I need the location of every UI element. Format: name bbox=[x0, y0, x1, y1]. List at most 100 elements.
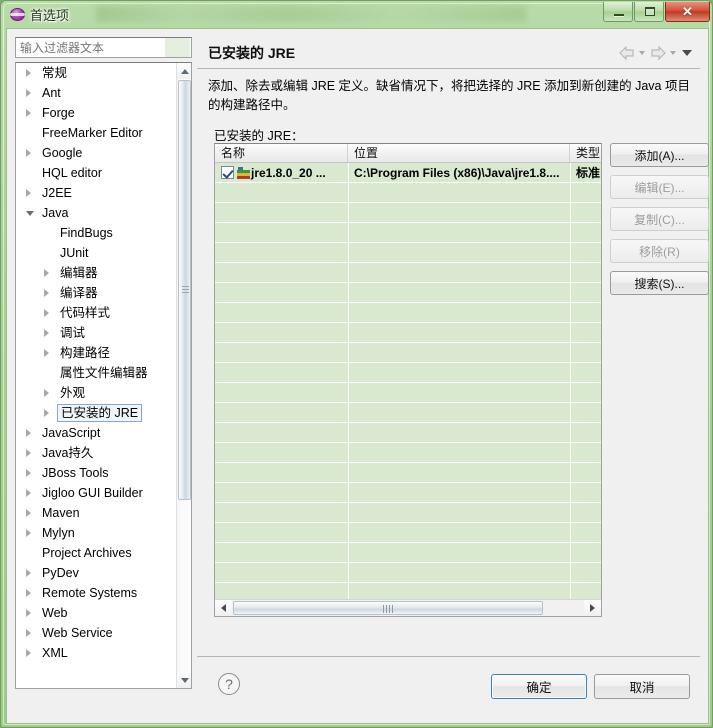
sidebar-item-3[interactable]: FreeMarker Editor bbox=[16, 123, 176, 143]
triangle-right-icon[interactable] bbox=[26, 449, 31, 457]
triangle-right-icon[interactable] bbox=[26, 629, 31, 637]
sidebar-item-22[interactable]: Maven bbox=[16, 503, 176, 523]
sidebar-item-20[interactable]: JBoss Tools bbox=[16, 463, 176, 483]
sidebar-item-11[interactable]: 编译器 bbox=[16, 283, 176, 303]
grip-icon bbox=[182, 286, 189, 295]
sidebar-item-5[interactable]: HQL editor bbox=[16, 163, 176, 183]
sidebar-item-27[interactable]: Web bbox=[16, 603, 176, 623]
sidebar-item-29[interactable]: XML bbox=[16, 643, 176, 663]
maximize-button[interactable] bbox=[634, 2, 664, 22]
table-horizontal-scrollbar[interactable] bbox=[215, 599, 601, 616]
sidebar-item-1[interactable]: Ant bbox=[16, 83, 176, 103]
sidebar-item-label: 已安装的 JRE bbox=[57, 404, 143, 422]
triangle-right-icon[interactable] bbox=[26, 589, 31, 597]
sidebar-item-label: Remote Systems bbox=[42, 586, 138, 600]
column-header-1[interactable]: 位置 bbox=[348, 144, 570, 162]
scrollbar-thumb[interactable] bbox=[178, 80, 191, 500]
hscrollbar-thumb[interactable] bbox=[233, 601, 543, 615]
search-button[interactable]: 搜索(S)... bbox=[610, 271, 709, 295]
triangle-right-icon[interactable] bbox=[26, 89, 31, 97]
sidebar-item-19[interactable]: Java持久 bbox=[16, 443, 176, 463]
sidebar-item-label: 构建路径 bbox=[60, 346, 111, 360]
filter-input[interactable] bbox=[15, 37, 192, 58]
sidebar-item-25[interactable]: PyDev bbox=[16, 563, 176, 583]
sidebar-item-4[interactable]: Google bbox=[16, 143, 176, 163]
forward-dropdown-icon[interactable] bbox=[668, 45, 679, 61]
sidebar-item-label: Project Archives bbox=[42, 546, 132, 560]
cell-type: 标准 bbox=[576, 166, 601, 180]
grid-line-horizontal bbox=[215, 322, 601, 323]
back-dropdown-icon[interactable] bbox=[637, 45, 648, 61]
triangle-right-icon[interactable] bbox=[44, 329, 49, 337]
scroll-down-button[interactable] bbox=[177, 672, 191, 688]
sidebar-item-9[interactable]: JUnit bbox=[16, 243, 176, 263]
sidebar-item-13[interactable]: 调试 bbox=[16, 323, 176, 343]
scroll-left-button[interactable] bbox=[215, 600, 232, 616]
triangle-right-icon[interactable] bbox=[26, 149, 31, 157]
preferences-ball-icon bbox=[10, 7, 25, 22]
triangle-right-icon[interactable] bbox=[26, 509, 31, 517]
grid-line-horizontal bbox=[215, 302, 601, 303]
triangle-right-icon[interactable] bbox=[26, 529, 31, 537]
column-header-0[interactable]: 名称 bbox=[215, 144, 348, 162]
back-arrow-icon[interactable] bbox=[618, 45, 636, 61]
sidebar-item-15[interactable]: 属性文件编辑器 bbox=[16, 363, 176, 383]
jre-table[interactable]: 名称 位置 类型 jre1.8.0_20 ... C:\Program Files (… bbox=[214, 143, 602, 617]
sidebar-item-18[interactable]: JavaScript bbox=[16, 423, 176, 443]
sidebar-item-0[interactable]: 常规 bbox=[16, 63, 176, 83]
triangle-right-icon[interactable] bbox=[26, 469, 31, 477]
triangle-right-icon[interactable] bbox=[26, 429, 31, 437]
sidebar-item-10[interactable]: 编辑器 bbox=[16, 263, 176, 283]
triangle-right-icon[interactable] bbox=[44, 389, 49, 397]
sidebar-item-label: Java bbox=[42, 206, 69, 220]
add-button[interactable]: 添加(A)... bbox=[610, 143, 709, 167]
scroll-right-button[interactable] bbox=[584, 600, 601, 616]
triangle-right-icon[interactable] bbox=[26, 609, 31, 617]
preferences-tree[interactable]: 常规 Ant Forge FreeMarker Editor Google HQL edi… bbox=[15, 62, 192, 689]
sidebar-item-label: Mylyn bbox=[42, 526, 75, 540]
triangle-right-icon[interactable] bbox=[26, 569, 31, 577]
tree-vertical-scrollbar[interactable] bbox=[176, 63, 191, 688]
sidebar-item-26[interactable]: Remote Systems bbox=[16, 583, 176, 603]
close-button[interactable]: ✕ bbox=[665, 2, 710, 22]
sidebar-item-label: Web Service bbox=[42, 626, 113, 640]
triangle-right-icon[interactable] bbox=[26, 109, 31, 117]
triangle-right-icon[interactable] bbox=[26, 649, 31, 657]
sidebar-item-label: XML bbox=[42, 646, 68, 660]
sidebar-item-28[interactable]: Web Service bbox=[16, 623, 176, 643]
triangle-right-icon[interactable] bbox=[44, 409, 49, 417]
sidebar-item-23[interactable]: Mylyn bbox=[16, 523, 176, 543]
edit-button: 编辑(E)... bbox=[610, 175, 709, 199]
triangle-right-icon[interactable] bbox=[44, 269, 49, 277]
forward-arrow-icon[interactable] bbox=[649, 45, 667, 61]
sidebar-item-2[interactable]: Forge bbox=[16, 103, 176, 123]
help-icon[interactable]: ? bbox=[218, 673, 240, 695]
triangle-right-icon[interactable] bbox=[44, 309, 49, 317]
cancel-button[interactable]: 取消 bbox=[594, 674, 690, 699]
sidebar-item-12[interactable]: 代码样式 bbox=[16, 303, 176, 323]
view-menu-icon[interactable] bbox=[680, 45, 696, 61]
sidebar-item-14[interactable]: 构建路径 bbox=[16, 343, 176, 363]
scroll-up-button[interactable] bbox=[177, 63, 191, 79]
grid-line-horizontal bbox=[215, 262, 601, 263]
triangle-right-icon[interactable] bbox=[44, 349, 49, 357]
ok-button[interactable]: 确定 bbox=[491, 674, 587, 699]
triangle-down-icon[interactable] bbox=[26, 211, 34, 216]
sidebar-item-21[interactable]: Jigloo GUI Builder bbox=[16, 483, 176, 503]
table-row[interactable]: jre1.8.0_20 ... C:\Program Files (x86)\Ja… bbox=[215, 163, 601, 183]
triangle-right-icon[interactable] bbox=[26, 69, 31, 77]
triangle-right-icon[interactable] bbox=[26, 489, 31, 497]
sidebar-item-16[interactable]: 外观 bbox=[16, 383, 176, 403]
triangle-right-icon[interactable] bbox=[44, 289, 49, 297]
minimize-button[interactable] bbox=[603, 2, 633, 22]
sidebar-item-24[interactable]: Project Archives bbox=[16, 543, 176, 563]
sidebar-item-7[interactable]: Java bbox=[16, 203, 176, 223]
sidebar-item-label: 编辑器 bbox=[60, 266, 98, 280]
grid-line-horizontal bbox=[215, 562, 601, 563]
title-bar[interactable]: 首选项 ✕ bbox=[1, 1, 713, 28]
sidebar-item-17[interactable]: 已安装的 JRE bbox=[16, 403, 176, 423]
sidebar-item-8[interactable]: FindBugs bbox=[16, 223, 176, 243]
column-header-2[interactable]: 类型 bbox=[570, 144, 601, 162]
sidebar-item-6[interactable]: J2EE bbox=[16, 183, 176, 203]
triangle-right-icon[interactable] bbox=[26, 189, 31, 197]
